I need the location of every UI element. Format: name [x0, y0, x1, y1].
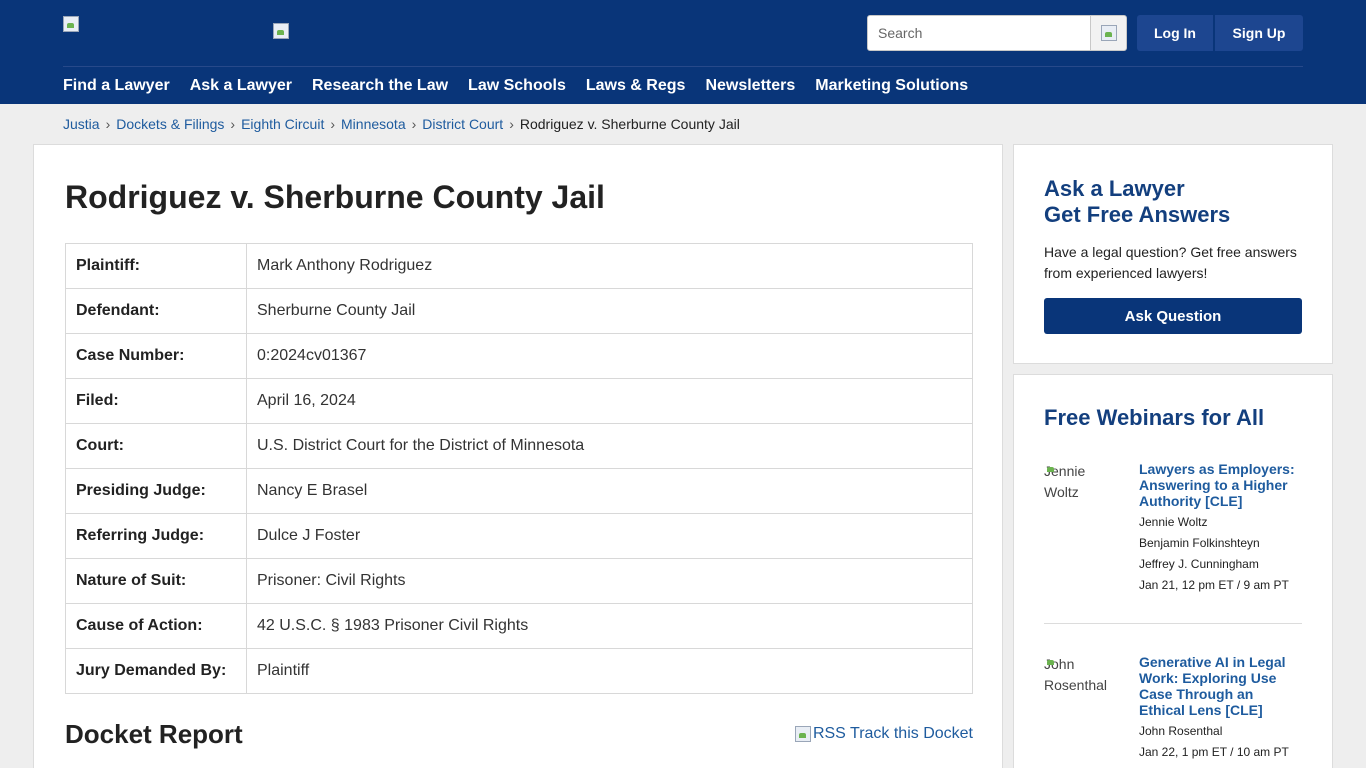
table-row: Cause of Action: 42 U.S.C. § 1983 Prisone…: [65, 603, 973, 649]
row-label: Court:: [65, 423, 247, 469]
table-row: Defendant: Sherburne County Jail: [65, 288, 973, 334]
nav-ask-a-lawyer[interactable]: Ask a Lawyer: [190, 76, 292, 96]
rss-icon: [794, 726, 811, 742]
webinar-speaker: Benjamin Folkinshteyn: [1139, 536, 1260, 550]
row-value: 0:2024cv01367: [246, 333, 973, 379]
case-info-table: Plaintiff: Mark Anthony Rodriguez Defenda…: [65, 243, 973, 694]
breadcrumb-separator: ›: [105, 116, 111, 132]
row-value: Prisoner: Civil Rights: [246, 558, 973, 604]
ask-title-line2: Get Free Answers: [1044, 202, 1231, 227]
row-label: Cause of Action:: [65, 603, 247, 649]
row-value: 42 U.S.C. § 1983 Prisoner Civil Rights: [246, 603, 973, 649]
breadcrumb-justia[interactable]: Justia: [63, 116, 100, 132]
ask-lawyer-title: Ask a Lawyer Get Free Answers: [1044, 176, 1230, 228]
site-header: Log In Sign Up Find a Lawyer Ask a Lawye…: [0, 0, 1366, 104]
table-row: Referring Judge: Dulce J Foster: [65, 513, 973, 559]
table-row: Nature of Suit: Prisoner: Civil Rights: [65, 558, 973, 604]
webinar-speaker: Jennie Woltz: [1139, 515, 1208, 529]
webinar-date: Jan 22, 1 pm ET / 10 am PT: [1139, 745, 1289, 759]
ask-title-line1: Ask a Lawyer: [1044, 176, 1185, 201]
row-label: Filed:: [65, 378, 247, 424]
signup-button[interactable]: Sign Up: [1215, 15, 1303, 51]
secondary-logo[interactable]: [273, 23, 289, 39]
row-label: Presiding Judge:: [65, 468, 247, 514]
webinar-title-link[interactable]: Generative AI in Legal Work: Exploring U…: [1139, 654, 1302, 718]
webinar-date: Jan 21, 12 pm ET / 9 am PT: [1139, 578, 1289, 592]
nav-laws-regs[interactable]: Laws & Regs: [586, 76, 686, 96]
login-button[interactable]: Log In: [1137, 15, 1213, 51]
row-label: Defendant:: [65, 288, 247, 334]
speaker-photo[interactable]: Jennie Woltz: [1044, 461, 1124, 503]
breadcrumb-eighth-circuit[interactable]: Eighth Circuit: [241, 116, 324, 132]
search-input[interactable]: [867, 15, 1091, 51]
search-button[interactable]: [1090, 15, 1127, 51]
rss-label: RSS Track this Docket: [812, 725, 973, 742]
table-row: Filed: April 16, 2024: [65, 378, 973, 424]
row-value: Nancy E Brasel: [246, 468, 973, 514]
breadcrumb-district-court[interactable]: District Court: [422, 116, 503, 132]
breadcrumb-separator: ›: [330, 116, 336, 132]
webinars-card: Free Webinars for All Jennie Woltz Lawyer…: [1013, 374, 1333, 768]
row-value: Dulce J Foster: [246, 513, 973, 559]
webinar-item: John Rosenthal Generative AI in Legal Wor…: [1044, 654, 1302, 764]
logo-broken-image-icon: [63, 16, 79, 32]
breadcrumb-minnesota[interactable]: Minnesota: [341, 116, 406, 132]
case-card: Rodriguez v. Sherburne County Jail Plain…: [33, 144, 1003, 768]
webinar-title-link[interactable]: Lawyers as Employers: Answering to a Hig…: [1139, 461, 1302, 509]
breadcrumb-dockets-filings[interactable]: Dockets & Filings: [116, 116, 224, 132]
table-row: Presiding Judge: Nancy E Brasel: [65, 468, 973, 514]
breadcrumb-separator: ›: [411, 116, 417, 132]
row-value: Plaintiff: [246, 648, 973, 694]
breadcrumb: Justia › Dockets & Filings › Eighth Circuit ›…: [63, 116, 740, 132]
row-value: U.S. District Court for the District of …: [246, 423, 973, 469]
header-divider: [63, 66, 1303, 67]
row-value: Mark Anthony Rodriguez: [246, 243, 973, 289]
breadcrumb-separator: ›: [230, 116, 236, 132]
webinar-speaker: John Rosenthal: [1139, 724, 1223, 738]
justia-logo[interactable]: [63, 16, 79, 32]
search-icon: [1100, 25, 1117, 41]
nav-research-the-law[interactable]: Research the Law: [312, 76, 448, 96]
ask-lawyer-description: Have a legal question? Get free answers …: [1044, 244, 1297, 281]
docket-report-heading: Docket Report: [65, 719, 243, 749]
row-label: Nature of Suit:: [65, 558, 247, 604]
table-row: Jury Demanded By: Plaintiff: [65, 648, 973, 694]
secondary-logo-broken-image-icon: [273, 23, 289, 39]
speaker-photo[interactable]: John Rosenthal: [1044, 654, 1124, 696]
table-row: Court: U.S. District Court for the Distri…: [65, 423, 973, 469]
main-nav: Find a Lawyer Ask a Lawyer Research the …: [63, 76, 988, 96]
table-row: Plaintiff: Mark Anthony Rodriguez: [65, 243, 973, 289]
row-label: Plaintiff:: [65, 243, 247, 289]
row-label: Case Number:: [65, 333, 247, 379]
row-value: Sherburne County Jail: [246, 288, 973, 334]
row-value: April 16, 2024: [246, 378, 973, 424]
webinar-divider: [1044, 623, 1302, 624]
breadcrumb-current: Rodriguez v. Sherburne County Jail: [519, 116, 740, 132]
nav-law-schools[interactable]: Law Schools: [468, 76, 566, 96]
ask-lawyer-card: Ask a Lawyer Get Free Answers Have a leg…: [1013, 144, 1333, 364]
nav-newsletters[interactable]: Newsletters: [705, 76, 795, 96]
nav-marketing-solutions[interactable]: Marketing Solutions: [815, 76, 968, 96]
table-row: Case Number: 0:2024cv01367: [65, 333, 973, 379]
breadcrumb-separator: ›: [509, 116, 514, 132]
ask-question-button[interactable]: Ask Question: [1044, 298, 1302, 334]
nav-find-a-lawyer[interactable]: Find a Lawyer: [63, 76, 170, 96]
rss-track-docket-link[interactable]: RSS Track this Docket: [794, 725, 973, 743]
row-label: Jury Demanded By:: [65, 648, 247, 694]
webinar-speaker: Jeffrey J. Cunningham: [1139, 557, 1259, 571]
page-title: Rodriguez v. Sherburne County Jail: [65, 179, 605, 215]
webinar-item: Jennie Woltz Lawyers as Employers: Answer…: [1044, 461, 1302, 601]
webinars-title: Free Webinars for All: [1044, 405, 1265, 430]
row-label: Referring Judge:: [65, 513, 247, 559]
